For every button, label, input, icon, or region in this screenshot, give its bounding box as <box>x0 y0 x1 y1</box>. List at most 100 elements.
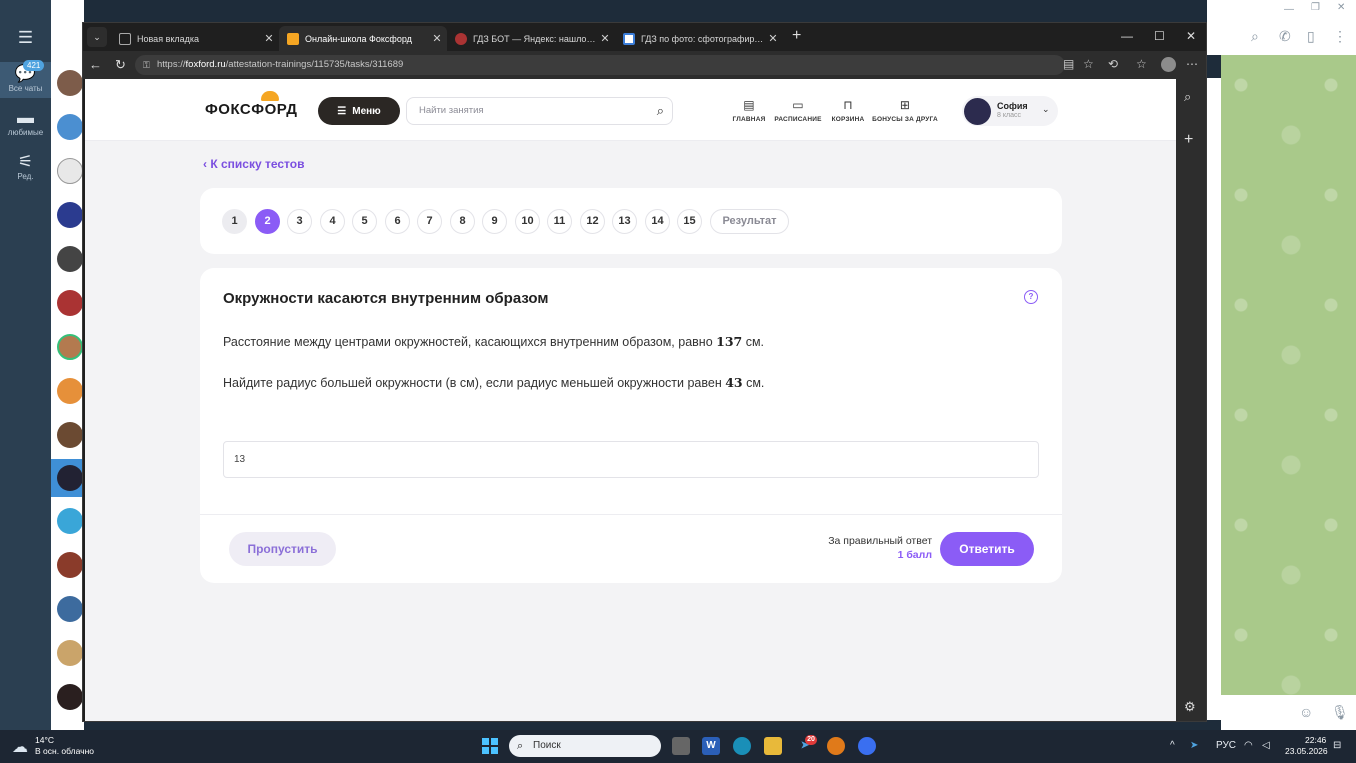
step-12[interactable]: 12 <box>580 209 605 234</box>
close-window-icon[interactable]: ✕ <box>1186 29 1196 43</box>
step-7[interactable]: 7 <box>417 209 442 234</box>
clock-date[interactable]: 23.05.2026 <box>1285 746 1328 756</box>
sidebar-toggle-icon[interactable]: ▯ <box>1307 28 1315 45</box>
avatar[interactable] <box>57 596 83 622</box>
more-menu-icon[interactable]: ⋯ <box>1186 57 1198 71</box>
add-plus-icon[interactable]: + <box>1184 131 1193 149</box>
avatar[interactable] <box>57 508 83 534</box>
user-menu[interactable]: София 8 класс ⌄ <box>962 96 1058 126</box>
url-field[interactable]: ⚿ https://foxford.ru/attestation-trainin… <box>135 55 1065 75</box>
word-icon[interactable]: W <box>702 737 720 755</box>
step-1[interactable]: 1 <box>222 209 247 234</box>
avatar[interactable] <box>57 70 83 96</box>
microphone-icon[interactable]: 🎙 <box>1331 704 1349 721</box>
nav-cart[interactable]: ⊓ КОРЗИНА <box>828 97 868 123</box>
search-icon[interactable]: ⌕ <box>1184 89 1191 105</box>
step-11[interactable]: 11 <box>547 209 572 234</box>
result-step[interactable]: Результат <box>710 209 789 234</box>
nav-home[interactable]: ▤ ГЛАВНАЯ <box>729 97 769 123</box>
answer-input[interactable] <box>223 441 1039 478</box>
step-15[interactable]: 15 <box>677 209 702 234</box>
nav-schedule[interactable]: ▭ РАСПИСАНИЕ <box>774 97 822 123</box>
tab-gdz-photo[interactable]: ГДЗ по фото: сфотографируй задание ✕ <box>615 26 783 51</box>
menu-button[interactable]: ☰ Меню <box>318 97 400 125</box>
chevron-up-icon[interactable]: ^ <box>1170 740 1175 751</box>
edge-icon[interactable] <box>733 737 751 755</box>
step-9[interactable]: 9 <box>482 209 507 234</box>
app-icon[interactable] <box>858 737 876 755</box>
new-tab-plus-icon[interactable]: + <box>792 28 801 44</box>
tab-actions-chevron-icon[interactable]: ⌄ <box>87 27 107 47</box>
close-tab-icon[interactable]: ✕ <box>430 32 444 45</box>
file-explorer-icon[interactable] <box>764 737 782 755</box>
favorite-star-icon[interactable]: ☆ <box>1083 57 1094 71</box>
search-input[interactable] <box>419 105 639 116</box>
weather-temperature[interactable]: 14°C <box>35 735 54 745</box>
tab-gdz-bot[interactable]: ГДЗ БОТ — Яндекс: нашлось 1 млн ✕ <box>447 26 615 51</box>
avatar[interactable] <box>57 378 83 404</box>
avatar[interactable] <box>57 158 83 184</box>
avatar[interactable] <box>57 334 83 360</box>
avatar[interactable] <box>57 246 83 272</box>
weather-description[interactable]: В осн. облачно <box>35 746 94 756</box>
phone-icon[interactable]: ✆ <box>1279 28 1291 45</box>
step-13[interactable]: 13 <box>612 209 637 234</box>
close-tab-icon[interactable]: ✕ <box>766 32 780 45</box>
favorites-list-icon[interactable]: ☆ <box>1136 57 1147 71</box>
windows-start-icon[interactable] <box>482 738 498 754</box>
clock-time[interactable]: 22:46 <box>1305 735 1326 745</box>
close-tab-icon[interactable]: ✕ <box>262 32 276 45</box>
skip-button[interactable]: Пропустить <box>229 532 336 566</box>
back-to-tests-link[interactable]: ‹ К списку тестов <box>203 157 304 171</box>
folder-edit[interactable]: ⚟ Ред. <box>0 152 51 181</box>
step-8[interactable]: 8 <box>450 209 475 234</box>
minimize-icon[interactable]: — <box>1284 4 1294 15</box>
step-14[interactable]: 14 <box>645 209 670 234</box>
hamburger-menu-icon[interactable]: ☰ <box>0 28 51 48</box>
extensions-icon[interactable]: ⟲ <box>1108 57 1118 71</box>
step-10[interactable]: 10 <box>515 209 540 234</box>
back-arrow-icon[interactable]: ← <box>89 57 102 72</box>
emoji-icon[interactable]: ☺ <box>1299 704 1313 720</box>
help-question-icon[interactable]: ? <box>1024 290 1038 304</box>
step-5[interactable]: 5 <box>352 209 377 234</box>
folder-favorites[interactable]: ▬ любимые <box>0 108 51 137</box>
cloud-icon[interactable]: ☁ <box>12 737 28 757</box>
avatar[interactable] <box>57 684 83 710</box>
minimize-icon[interactable]: — <box>1121 29 1133 43</box>
search-icon[interactable]: ⌕ <box>657 103 664 119</box>
nav-bonus[interactable]: ⊞ БОНУСЫ ЗА ДРУГА <box>872 97 938 123</box>
search-icon[interactable]: ⌕ <box>1251 28 1259 45</box>
notifications-icon[interactable]: ⊟ <box>1333 740 1341 751</box>
task-view-icon[interactable] <box>672 737 690 755</box>
avatar[interactable] <box>57 465 83 491</box>
step-6[interactable]: 6 <box>385 209 410 234</box>
reader-mode-icon[interactable]: ▤ <box>1063 57 1074 71</box>
telegram-tray-icon[interactable]: ➤ <box>1190 740 1198 751</box>
wifi-icon[interactable]: ◠ <box>1244 740 1253 751</box>
more-icon[interactable]: ⋮ <box>1333 28 1347 45</box>
profile-avatar[interactable] <box>1161 57 1176 72</box>
close-tab-icon[interactable]: ✕ <box>598 32 612 45</box>
yandex-browser-icon[interactable] <box>827 737 845 755</box>
telegram-message-input[interactable]: ☺ 🎙 <box>1221 695 1356 730</box>
tab-foxford[interactable]: Онлайн-школа Фоксфорд ✕ <box>279 26 447 51</box>
submit-answer-button[interactable]: Ответить <box>940 532 1034 566</box>
step-3[interactable]: 3 <box>287 209 312 234</box>
avatar[interactable] <box>57 552 83 578</box>
avatar[interactable] <box>57 202 83 228</box>
avatar[interactable] <box>57 422 83 448</box>
close-icon[interactable]: ✕ <box>1337 2 1345 13</box>
taskbar-search[interactable]: ⌕ Поиск <box>509 735 661 757</box>
volume-icon[interactable]: ◁ <box>1262 740 1270 751</box>
input-language[interactable]: РУС <box>1216 740 1236 751</box>
tab-new-tab[interactable]: Новая вкладка ✕ <box>111 26 279 51</box>
reload-icon[interactable]: ↻ <box>115 57 126 73</box>
foxford-logo[interactable]: ФОКСФОРД <box>205 91 297 118</box>
step-2[interactable]: 2 <box>255 209 280 234</box>
avatar[interactable] <box>57 290 83 316</box>
restore-icon[interactable]: ❐ <box>1311 2 1320 13</box>
avatar[interactable] <box>57 114 83 140</box>
avatar[interactable] <box>57 640 83 666</box>
settings-gear-icon[interactable]: ⚙ <box>1184 699 1196 715</box>
